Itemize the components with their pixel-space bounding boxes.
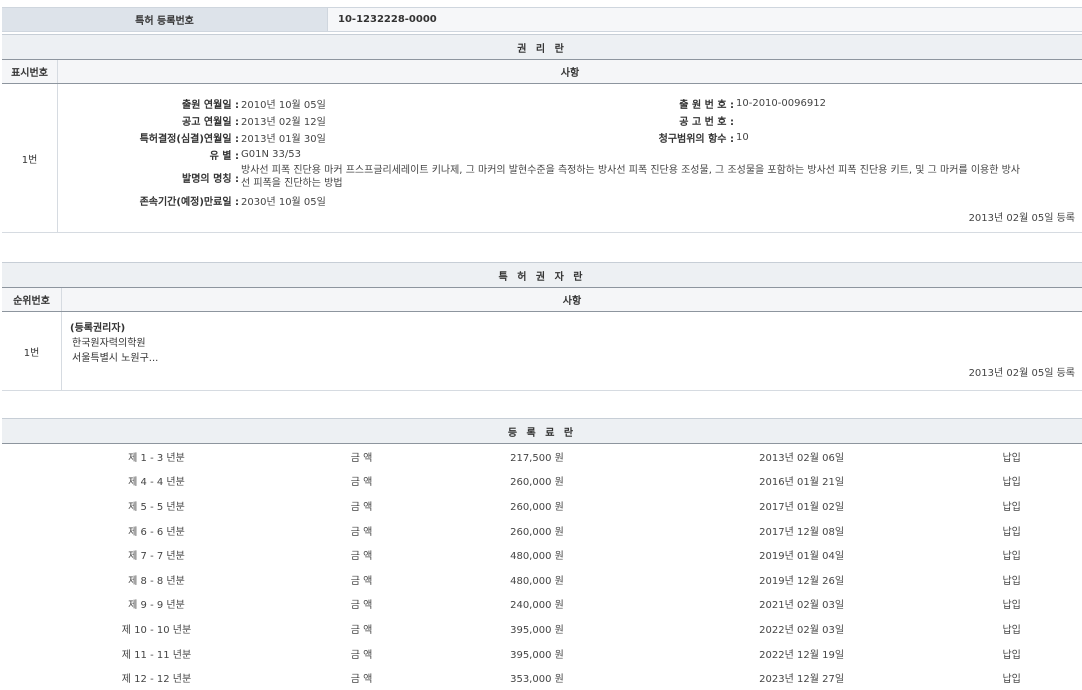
fee-period: 제 7 - 7 년분 [2,542,311,567]
owners-col-number: 순위번호 [2,288,62,312]
rights-registration-stamp: 2013년 02월 05일 등록 [59,209,1081,225]
fee-amount-label: 금 액 [311,592,412,617]
rights-content: 출원 연월일 :2010년 10월 05일 공고 연월일 :2013년 02월 … [58,84,1082,233]
owner-role: (등록권리자) [70,321,1081,336]
fee-status: 납입 [941,542,1082,567]
fee-amount-label: 금 액 [311,518,412,543]
fee-amount: 240,000 원 [412,592,662,617]
fee-amount: 217,500 원 [412,444,662,469]
fee-amount: 260,000 원 [412,518,662,543]
fee-amount-label: 금 액 [311,469,412,494]
fee-row: 제 9 - 9 년분금 액240,000 원2021년 02월 03일납입 [2,592,1082,617]
fee-status: 납입 [941,567,1082,592]
owners-table: 특 허 권 자 란 순위번호 사항 1번 (등록권리자) 한국원자력의학원 서울… [2,262,1082,391]
invention-title-row: 발명의 명칭 : 방사선 피폭 진단용 마커 프스프글리세레이트 키나제, 그 … [59,164,1081,190]
fee-amount: 395,000 원 [412,641,662,666]
fee-amount: 260,000 원 [412,493,662,518]
fee-row: 제 11 - 11 년분금 액395,000 원2022년 12월 19일납입 [2,641,1082,666]
owners-row-number: 1번 [2,312,62,391]
fees-table: 등 록 료 란 제 1 - 3 년분금 액217,500 원2013년 02월 … [2,418,1082,690]
fee-status: 납입 [941,616,1082,641]
fee-paid-date: 2017년 01월 02일 [662,493,941,518]
left-field-row: 공고 연월일 :2013년 02월 12일 [59,112,554,129]
right-field-row: 청구범위의 항수 :10 [554,129,1034,146]
rights-col-content: 사항 [58,60,1082,84]
patent-register-page: 특허 등록번호 10-1232228-0000 권 리 란 표시번호 사항 1번… [0,0,1082,672]
fee-amount: 353,000 원 [412,665,662,690]
owners-col-content: 사항 [62,288,1082,312]
fee-status: 납입 [941,518,1082,543]
fee-amount-label: 금 액 [311,616,412,641]
registration-number-value: 10-1232228-0000 [328,8,1082,31]
fee-row: 제 10 - 10 년분금 액395,000 원2022년 02월 03일납입 [2,616,1082,641]
left-field-row: 출원 연월일 :2010년 10월 05일 [59,95,554,112]
fee-status: 납입 [941,444,1082,469]
fee-period: 제 5 - 5 년분 [2,493,311,518]
owners-registration-stamp: 2013년 02월 05일 등록 [70,366,1081,381]
right-field-row: 공 고 번 호 : [554,112,1034,129]
fee-row: 제 4 - 4 년분금 액260,000 원2016년 01월 21일납입 [2,469,1082,494]
fee-paid-date: 2019년 12월 26일 [662,567,941,592]
fee-row: 제 5 - 5 년분금 액260,000 원2017년 01월 02일납입 [2,493,1082,518]
fee-amount: 480,000 원 [412,567,662,592]
fee-paid-date: 2013년 02월 06일 [662,444,941,469]
owner-name: 한국원자력의학원 [70,336,1081,351]
expiry-row: 존속기간(예정)만료일 :2030년 10월 05일 [59,192,1081,209]
fee-status: 납입 [941,469,1082,494]
fee-row: 제 7 - 7 년분금 액480,000 원2019년 01월 04일납입 [2,542,1082,567]
fee-row: 제 8 - 8 년분금 액480,000 원2019년 12월 26일납입 [2,567,1082,592]
fee-row: 제 1 - 3 년분금 액217,500 원2013년 02월 06일납입 [2,444,1082,469]
fee-status: 납입 [941,592,1082,617]
fee-amount-label: 금 액 [311,665,412,690]
fee-paid-date: 2023년 12월 27일 [662,665,941,690]
right-field-row: 출 원 번 호 :10-2010-0096912 [554,95,1034,112]
fee-row: 제 12 - 12 년분금 액353,000 원2023년 12월 27일납입 [2,665,1082,690]
fee-paid-date: 2019년 01월 04일 [662,542,941,567]
registration-number-label: 특허 등록번호 [2,8,328,31]
fee-period: 제 11 - 11 년분 [2,641,311,666]
fee-period: 제 8 - 8 년분 [2,567,311,592]
fee-row: 제 6 - 6 년분금 액260,000 원2017년 12월 08일납입 [2,518,1082,543]
fee-amount: 260,000 원 [412,469,662,494]
fee-paid-date: 2021년 02월 03일 [662,592,941,617]
registration-number-bar: 특허 등록번호 10-1232228-0000 [2,7,1082,32]
fee-status: 납입 [941,493,1082,518]
fee-amount: 395,000 원 [412,616,662,641]
fee-period: 제 4 - 4 년분 [2,469,311,494]
fees-title: 등 록 료 란 [2,419,1082,444]
rights-table: 권 리 란 표시번호 사항 1번 출원 연월일 :2010년 10월 05일 공… [2,34,1082,233]
fee-period: 제 12 - 12 년분 [2,665,311,690]
fee-amount: 480,000 원 [412,542,662,567]
rights-row-number: 1번 [2,84,58,233]
fee-paid-date: 2016년 01월 21일 [662,469,941,494]
owner-address: 서울특별시 노원구... [70,351,1081,366]
fee-amount-label: 금 액 [311,641,412,666]
left-field-row: 특허결정(심결)연월일 :2013년 01월 30일 [59,129,554,146]
rights-col-number: 표시번호 [2,60,58,84]
fee-amount-label: 금 액 [311,542,412,567]
fee-status: 납입 [941,641,1082,666]
fee-period: 제 9 - 9 년분 [2,592,311,617]
fee-period: 제 1 - 3 년분 [2,444,311,469]
fee-amount-label: 금 액 [311,567,412,592]
fee-period: 제 6 - 6 년분 [2,518,311,543]
fee-amount-label: 금 액 [311,493,412,518]
fee-period: 제 10 - 10 년분 [2,616,311,641]
fee-paid-date: 2017년 12월 08일 [662,518,941,543]
fee-status: 납입 [941,665,1082,690]
fee-paid-date: 2022년 12월 19일 [662,641,941,666]
left-field-row: 유 별 :G01N 33/53 [59,146,554,163]
fee-amount-label: 금 액 [311,444,412,469]
rights-title: 권 리 란 [2,35,1082,60]
owners-content: (등록권리자) 한국원자력의학원 서울특별시 노원구... 2013년 02월 … [62,312,1082,391]
fee-paid-date: 2022년 02월 03일 [662,616,941,641]
owners-title: 특 허 권 자 란 [2,263,1082,288]
